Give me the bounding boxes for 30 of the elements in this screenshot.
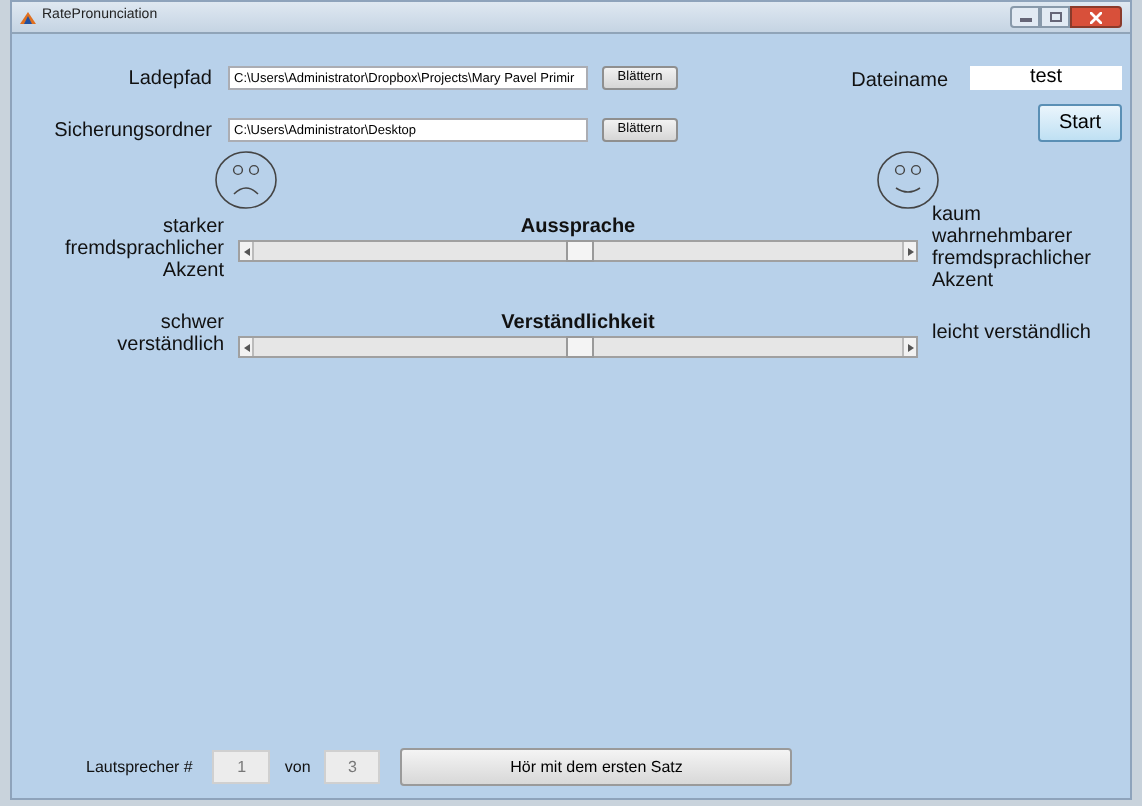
field-label: Ladepfad [126, 65, 212, 93]
speaker-number-field: 1 [212, 750, 271, 784]
slider-min-label: starker fremdsprachlicher Akzent [63, 216, 224, 282]
field-label: Sicherungsordner [52, 117, 212, 145]
slider-thumb[interactable] [566, 240, 594, 262]
of-label: von [284, 755, 311, 779]
app-icon [20, 9, 36, 25]
slider-max-label: leicht verständlich [932, 320, 1093, 344]
maximize-button[interactable] [1040, 6, 1070, 28]
speaker-total-field: 3 [324, 750, 381, 784]
file-name-field[interactable]: test [970, 66, 1122, 90]
slider-min-label: schwer verständlich [115, 312, 224, 356]
speaker-label: Lautsprecher # [86, 755, 193, 779]
slider-track[interactable] [238, 240, 918, 262]
play-sentence-button[interactable]: Hör mit dem ersten Satz [400, 748, 793, 786]
close-icon [1090, 11, 1102, 23]
sad-face-icon [214, 150, 278, 210]
slider-title: Verständlichkeit [501, 312, 655, 336]
slider-thumb[interactable] [566, 336, 594, 358]
close-button[interactable] [1070, 6, 1122, 28]
field-label: Dateiname [851, 68, 948, 96]
arrow-left-icon[interactable] [240, 242, 254, 260]
minimize-button[interactable] [1010, 6, 1040, 28]
arrow-right-icon[interactable] [902, 338, 916, 356]
start-button[interactable]: Start [1038, 104, 1122, 142]
slider-track[interactable] [238, 336, 918, 358]
slider-max-label: kaum wahrnehmbarer fremdsprachlicher Akzent [932, 204, 1093, 292]
arrow-right-icon[interactable] [902, 242, 916, 260]
arrow-left-icon[interactable] [240, 338, 254, 356]
slider-title: Aussprache [520, 216, 636, 240]
